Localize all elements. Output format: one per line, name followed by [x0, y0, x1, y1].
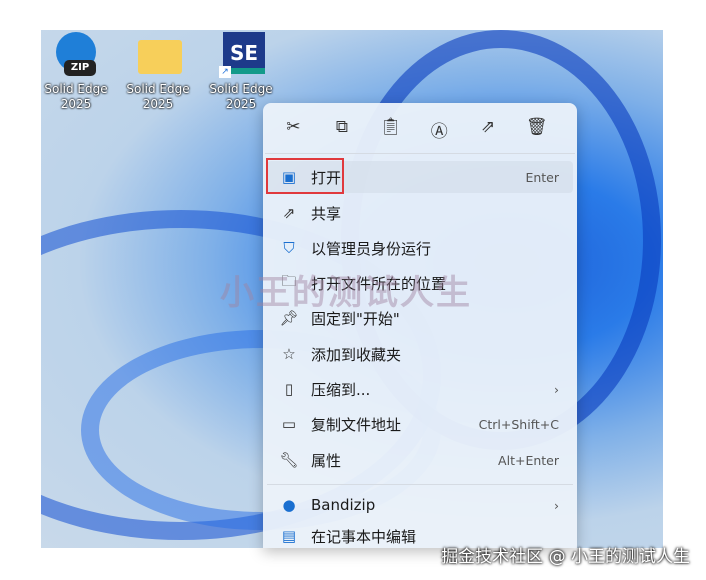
- archive-icon: ▯: [284, 380, 294, 398]
- menu-item-compress-to[interactable]: ▯ 压缩到... ›: [267, 373, 573, 405]
- menu-item-open-file-location[interactable]: 🗀 打开文件所在的位置: [267, 267, 573, 299]
- copy-path-icon: ▭: [281, 415, 297, 433]
- pin-icon: 📌︎: [279, 309, 299, 327]
- menu-item-bandizip[interactable]: ● Bandizip ›: [267, 489, 573, 521]
- folder-icon: 🗀: [281, 271, 297, 290]
- notepad-icon: ▤: [281, 527, 297, 545]
- rename-icon[interactable]: Ⓐ: [424, 117, 454, 153]
- chevron-right-icon: ›: [554, 381, 559, 397]
- paste-icon[interactable]: 📋︎: [376, 117, 406, 153]
- wrench-icon: 🔧︎: [279, 451, 299, 469]
- desktop-icon-bandizip[interactable]: ZIP Solid Edge 2025: [41, 32, 111, 112]
- divider: [265, 153, 575, 154]
- share-icon: ⇗: [282, 204, 296, 222]
- menu-item-copy-path[interactable]: ▭ 复制文件地址 Ctrl+Shift+C: [267, 408, 573, 440]
- menu-item-properties[interactable]: 🔧︎ 属性 Alt+Enter: [267, 444, 573, 476]
- menu-item-run-as-admin[interactable]: ⛉ 以管理员身份运行: [267, 232, 573, 264]
- share-icon[interactable]: ⇗: [473, 117, 503, 153]
- delete-icon[interactable]: 🗑︎: [522, 117, 552, 153]
- solid-edge-icon: SE ↗: [217, 32, 265, 78]
- cut-icon[interactable]: ✂: [278, 117, 308, 153]
- footer-credit: 掘金技术社区 @ 小王的测试人生: [441, 547, 690, 567]
- copy-icon[interactable]: ⧉: [327, 117, 357, 153]
- desktop-icon-solid-edge[interactable]: SE ↗ Solid Edge 2025: [206, 32, 276, 112]
- divider: [267, 484, 573, 485]
- icon-label: Solid Edge 2025: [126, 82, 190, 111]
- bandizip-icon: ●: [282, 496, 296, 514]
- shield-icon: ⛉: [283, 239, 295, 257]
- menu-item-pin-to-start[interactable]: 📌︎ 固定到"开始": [267, 302, 573, 334]
- highlight-box: [266, 158, 344, 194]
- menu-item-share[interactable]: ⇗ 共享: [267, 197, 573, 229]
- desktop-icon-folder[interactable]: Solid Edge 2025: [123, 32, 193, 112]
- zip-icon: ZIP: [52, 32, 100, 78]
- chevron-right-icon: ›: [554, 497, 559, 513]
- menu-item-add-to-favorites[interactable]: ☆ 添加到收藏夹: [267, 338, 573, 370]
- menu-toolbar: ✂ ⧉ 📋︎ Ⓐ ⇗ 🗑︎: [263, 103, 577, 153]
- shortcut-arrow-icon: ↗: [219, 66, 231, 78]
- icon-label: Solid Edge 2025: [44, 82, 108, 111]
- star-icon: ☆: [282, 345, 296, 363]
- folder-icon: [134, 32, 182, 78]
